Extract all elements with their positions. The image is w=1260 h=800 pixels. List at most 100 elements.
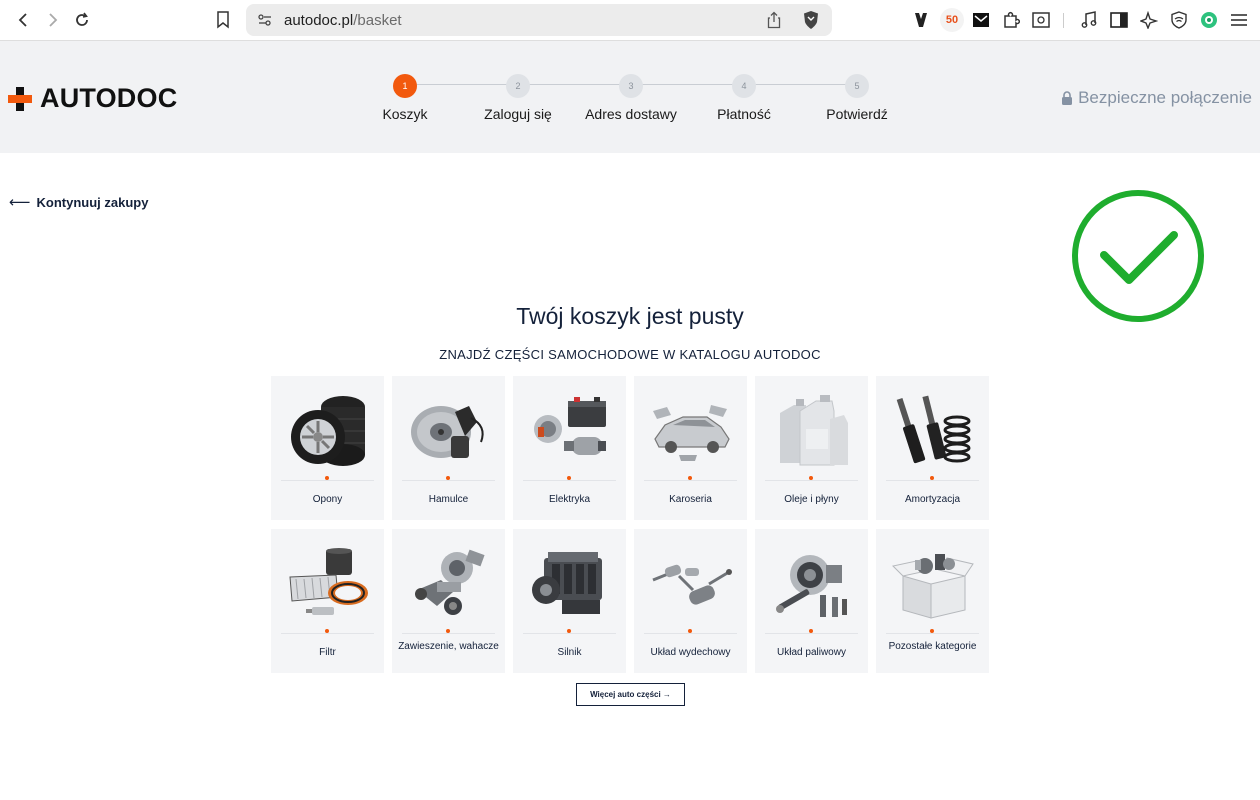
step-number: 4 <box>732 74 756 98</box>
accent-dot <box>930 476 934 480</box>
site-header: AUTODOC 1 Koszyk 2 Zaloguj się 3 Adres d… <box>0 41 1260 153</box>
accent-dot <box>809 629 813 633</box>
accent-dot <box>325 476 329 480</box>
card-divider <box>281 480 374 481</box>
electrics-icon <box>523 386 616 476</box>
mail-extension-icon[interactable] <box>970 9 992 31</box>
category-label: Amortyzacja <box>904 494 960 505</box>
category-card-karoseria[interactable]: Karoseria <box>634 376 747 520</box>
vpn-shield-icon[interactable] <box>1168 9 1190 31</box>
category-label: Opony <box>312 494 343 505</box>
accent-dot <box>809 476 813 480</box>
step-number: 2 <box>506 74 530 98</box>
category-label: Oleje i płyny <box>784 494 839 505</box>
category-card-opony[interactable]: Opony <box>271 376 384 520</box>
shock-absorber-icon <box>886 386 979 476</box>
arrow-left-icon: ⟵ <box>9 194 31 211</box>
accent-dot <box>567 476 571 480</box>
card-divider <box>886 633 979 634</box>
car-body-icon <box>644 386 737 476</box>
other-box-icon <box>886 539 979 629</box>
extensions-puzzle-icon[interactable] <box>1000 9 1022 31</box>
category-label: Hamulce <box>428 494 469 505</box>
category-card-filtr[interactable]: Filtr <box>271 529 384 673</box>
continue-label: Kontynuuj zakupy <box>36 194 149 210</box>
accent-dot <box>567 629 571 633</box>
category-label: Układ wydechowy <box>650 647 731 658</box>
brave-shield-icon[interactable] <box>802 10 820 35</box>
card-divider <box>523 633 616 634</box>
catalog-subtitle: ZNAJDŹ CZĘŚCI SAMOCHODOWE W KATALOGU AUT… <box>439 347 821 362</box>
step-label: Płatność <box>717 106 771 122</box>
card-divider <box>402 480 495 481</box>
secure-connection: Bezpieczne połączenie <box>1061 88 1252 108</box>
accent-dot <box>446 476 450 480</box>
share-icon[interactable] <box>767 11 781 34</box>
category-card-pozostale[interactable]: Pozostałe kategorie <box>876 529 989 673</box>
card-divider <box>281 633 374 634</box>
card-divider <box>765 633 858 634</box>
bookmark-icon[interactable] <box>211 8 235 32</box>
fuel-system-icon <box>765 539 858 629</box>
step-basket: 1 Koszyk <box>350 74 460 122</box>
category-label: Układ paliwowy <box>777 647 846 658</box>
back-icon[interactable] <box>11 8 35 32</box>
card-divider <box>402 633 495 634</box>
leaf-extension-icon[interactable] <box>1198 9 1220 31</box>
exhaust-icon <box>644 539 737 629</box>
step-number: 1 <box>393 74 417 98</box>
coupon-extension-icon[interactable]: 50 <box>940 8 964 32</box>
toolbar-divider <box>1063 13 1064 28</box>
brake-disc-icon <box>402 386 495 476</box>
step-login: 2 Zaloguj się <box>463 74 573 122</box>
site-settings-icon[interactable] <box>257 12 273 33</box>
wallet-extension-icon[interactable] <box>910 9 932 31</box>
step-label: Potwierdź <box>826 106 888 122</box>
music-icon[interactable] <box>1078 9 1100 31</box>
category-card-hamulce[interactable]: Hamulce <box>392 376 505 520</box>
category-card-oleje[interactable]: Oleje i płyny <box>755 376 868 520</box>
accent-dot <box>446 629 450 633</box>
accent-dot <box>688 629 692 633</box>
lock-icon <box>1062 90 1073 105</box>
reader-extension-icon[interactable] <box>1030 9 1052 31</box>
category-card-silnik[interactable]: Silnik <box>513 529 626 673</box>
ai-sparkle-icon[interactable] <box>1138 9 1160 31</box>
category-label: Elektryka <box>548 494 591 505</box>
empty-basket-title: Twój koszyk jest pusty <box>516 303 744 329</box>
oil-canister-icon <box>765 386 858 476</box>
engine-icon <box>523 539 616 629</box>
step-label: Adres dostawy <box>585 106 677 122</box>
card-divider <box>523 480 616 481</box>
sidebar-icon[interactable] <box>1108 9 1130 31</box>
step-confirm: 5 Potwierdź <box>802 74 912 122</box>
category-card-wydech[interactable]: Układ wydechowy <box>634 529 747 673</box>
filter-icon <box>281 539 374 629</box>
step-address: 3 Adres dostawy <box>576 74 686 122</box>
accent-dot <box>325 629 329 633</box>
step-number: 3 <box>619 74 643 98</box>
category-card-elektryka[interactable]: Elektryka <box>513 376 626 520</box>
tires-icon <box>281 386 374 476</box>
continue-shopping-link[interactable]: ⟵ Kontynuuj zakupy <box>9 193 148 211</box>
suspension-icon <box>402 539 495 629</box>
category-card-amortyzacja[interactable]: Amortyzacja <box>876 376 989 520</box>
category-label: Silnik <box>557 647 582 658</box>
card-divider <box>644 480 737 481</box>
url-path: /basket <box>353 12 402 29</box>
category-card-paliwowy[interactable]: Układ paliwowy <box>755 529 868 673</box>
step-label: Koszyk <box>382 106 428 122</box>
category-card-zawieszenie[interactable]: Zawieszenie, wahacze <box>392 529 505 673</box>
reload-icon[interactable] <box>70 8 94 32</box>
address-bar[interactable]: autodoc.pl/basket <box>246 4 832 36</box>
url-text: autodoc.pl/basket <box>284 12 402 29</box>
more-parts-button[interactable]: Więcej auto części → <box>576 683 685 706</box>
accent-dot <box>688 476 692 480</box>
menu-icon[interactable] <box>1228 9 1250 31</box>
card-divider <box>644 633 737 634</box>
category-label: Filtr <box>319 647 336 658</box>
forward-icon[interactable] <box>41 8 65 32</box>
accent-dot <box>930 629 934 633</box>
category-label: Pozostałe kategorie <box>888 641 977 652</box>
step-payment: 4 Płatność <box>689 74 799 122</box>
